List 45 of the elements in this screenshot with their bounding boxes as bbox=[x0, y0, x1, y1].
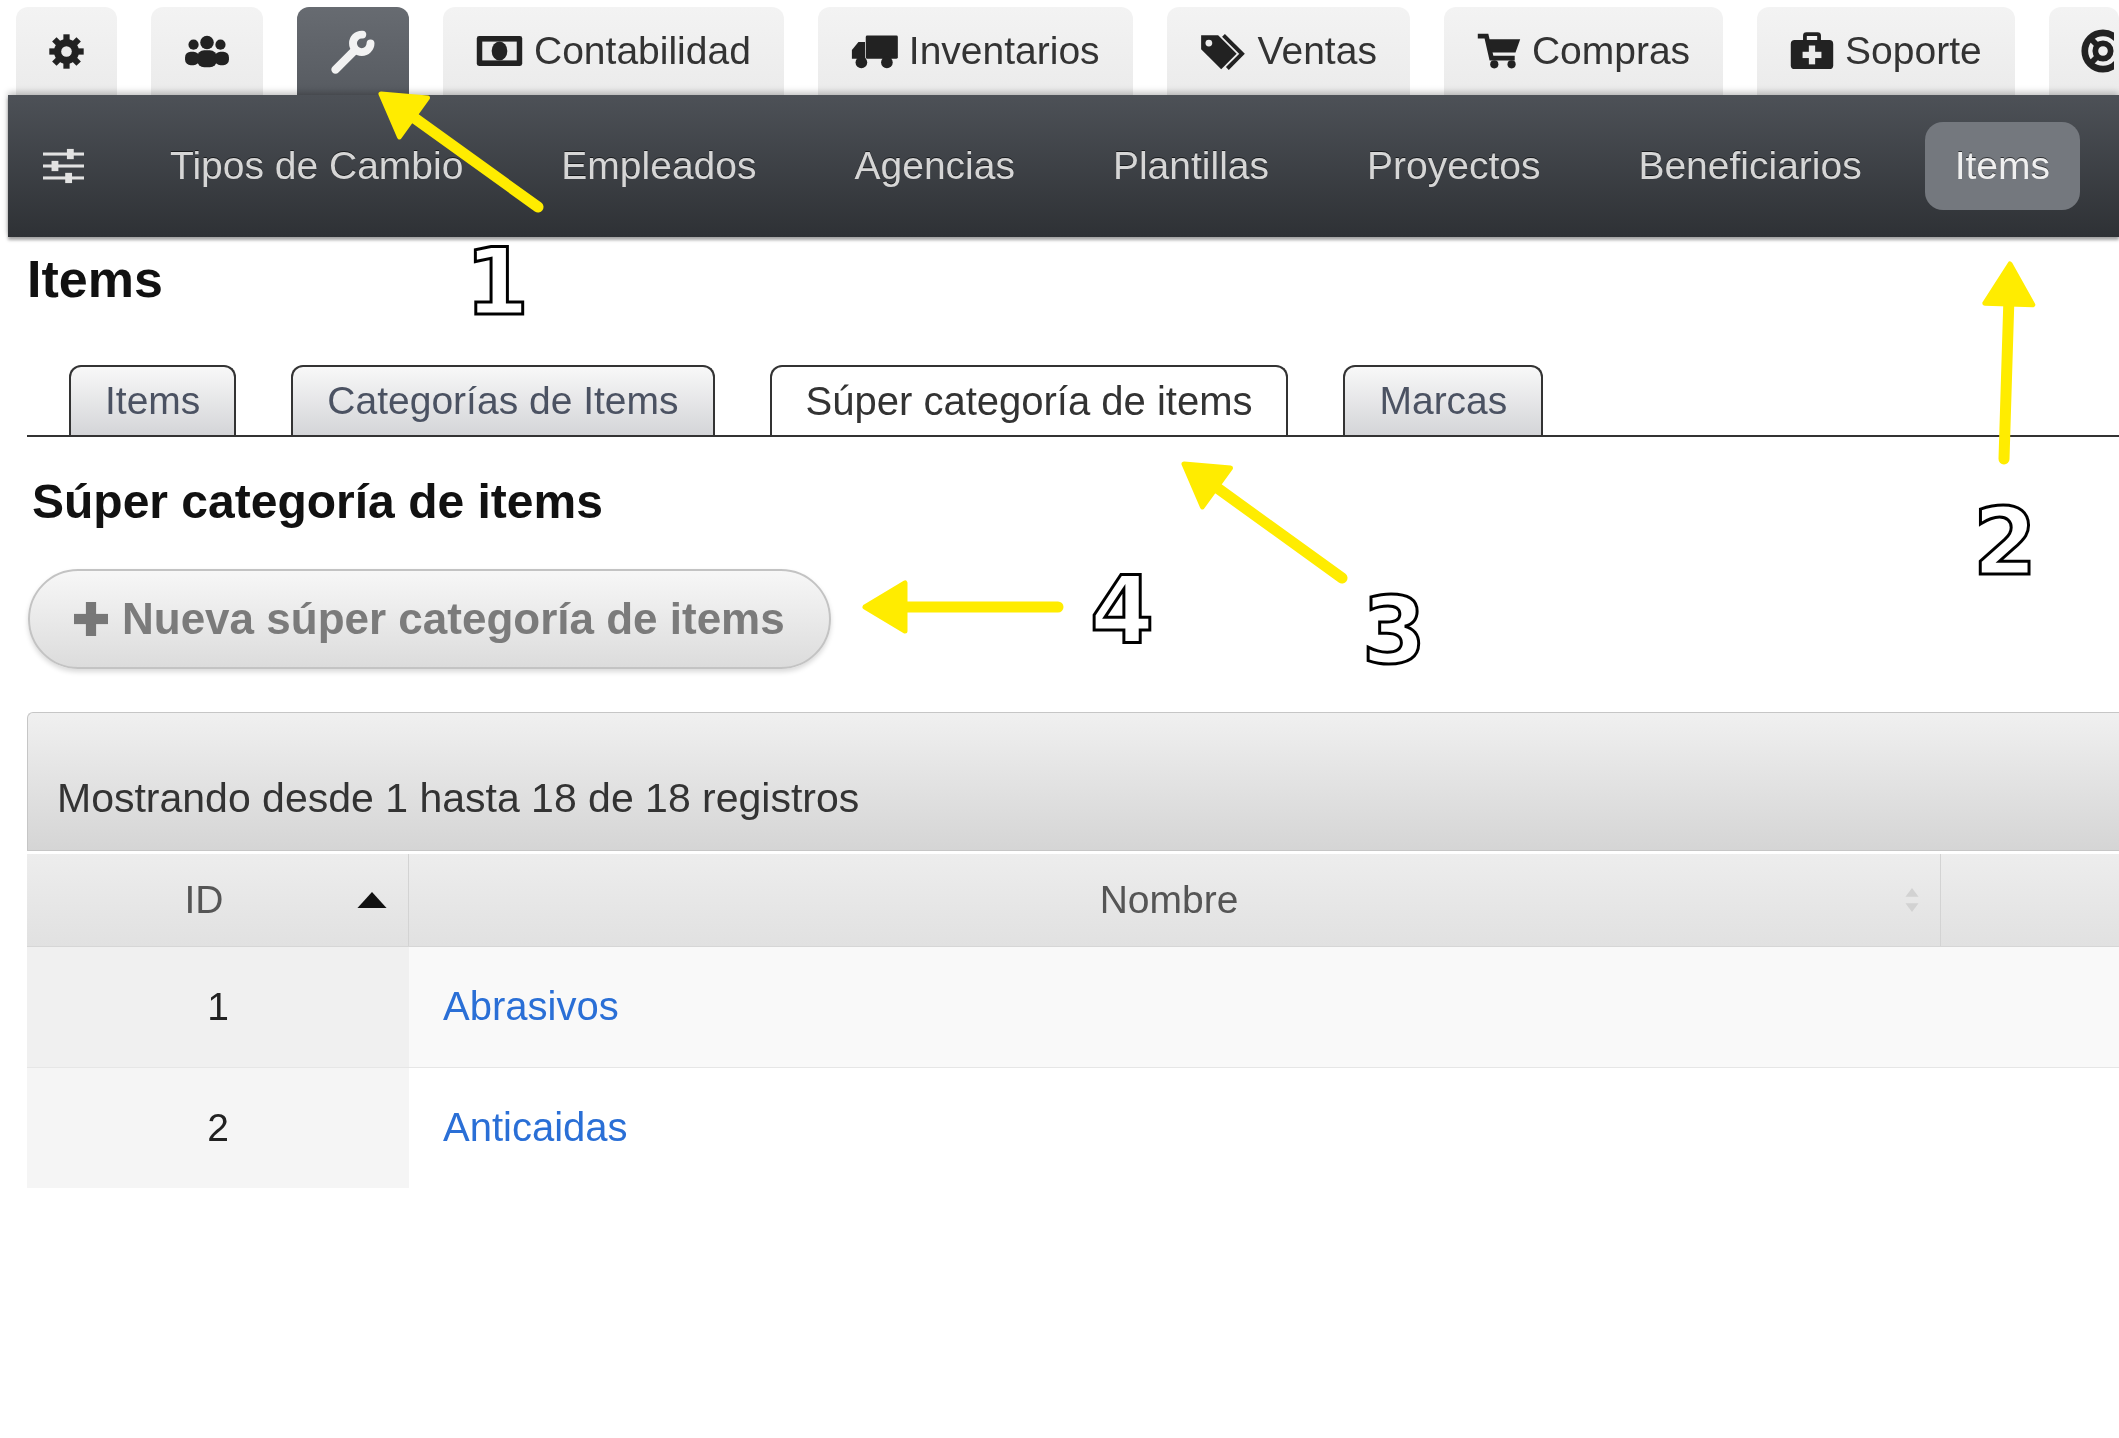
table-info: Mostrando desde 1 hasta 18 de 18 registros bbox=[57, 775, 860, 822]
table-cell-text: 1 bbox=[206, 985, 230, 1029]
module-tab[interactable] bbox=[297, 7, 409, 95]
module-tab[interactable]: Compras bbox=[1443, 7, 1724, 95]
page-title: Items bbox=[27, 249, 163, 310]
tab[interactable]: Súper categoría de items bbox=[769, 365, 1289, 436]
medical-kit-icon bbox=[1790, 32, 1835, 70]
column-header[interactable]: Nombre bbox=[409, 854, 1941, 946]
cart-icon bbox=[1476, 32, 1521, 70]
plus-icon bbox=[74, 602, 108, 636]
module-tab[interactable] bbox=[151, 7, 263, 95]
wrench-icon bbox=[330, 28, 376, 74]
nav-item[interactable]: Plantillas bbox=[1063, 122, 1318, 210]
truck-icon bbox=[850, 33, 898, 69]
sort-ascending-icon[interactable] bbox=[357, 892, 387, 908]
annotation-number: 2 bbox=[1973, 497, 2037, 589]
column-header[interactable]: ID bbox=[27, 854, 409, 946]
gear-icon bbox=[49, 33, 84, 69]
module-tab[interactable]: Inventarios bbox=[817, 7, 1133, 95]
item-link[interactable]: Abrasivos bbox=[443, 984, 619, 1030]
item-link[interactable]: Anticaidas bbox=[443, 1105, 628, 1151]
module-tab[interactable]: Ventas bbox=[1166, 7, 1410, 95]
nav-item[interactable]: Items bbox=[1924, 122, 2081, 210]
annotation-number: 3 bbox=[1362, 586, 1426, 678]
annotation-number: 4 bbox=[1090, 565, 1154, 657]
tags-icon bbox=[1199, 32, 1247, 70]
module-tab[interactable]: Contabilidad bbox=[443, 7, 784, 95]
tab[interactable]: Items bbox=[69, 365, 237, 436]
nav-item[interactable]: Agencias bbox=[805, 122, 1064, 210]
life-ring-icon bbox=[2079, 28, 2114, 74]
table-cell-text: 2 bbox=[206, 1106, 230, 1150]
users-icon bbox=[184, 34, 230, 68]
banknote-icon bbox=[476, 35, 523, 67]
annotation-number: 1 bbox=[465, 237, 529, 329]
tab[interactable]: Categorías de Items bbox=[291, 365, 715, 436]
sliders-icon[interactable] bbox=[43, 148, 84, 184]
tab[interactable]: Marcas bbox=[1343, 365, 1544, 436]
module-tab[interactable]: Soporte bbox=[1757, 7, 2015, 95]
section-title: Súper categoría de items bbox=[32, 474, 603, 531]
nav-item[interactable]: Empleados bbox=[512, 122, 806, 210]
module-tab[interactable] bbox=[16, 7, 117, 95]
nav-item[interactable]: Beneficiarios bbox=[1589, 122, 1911, 210]
module-tab[interactable] bbox=[2048, 7, 2119, 95]
nav-item[interactable]: Tipos de Cambio bbox=[121, 122, 513, 210]
nav-item[interactable]: Proyectos bbox=[1318, 122, 1590, 210]
